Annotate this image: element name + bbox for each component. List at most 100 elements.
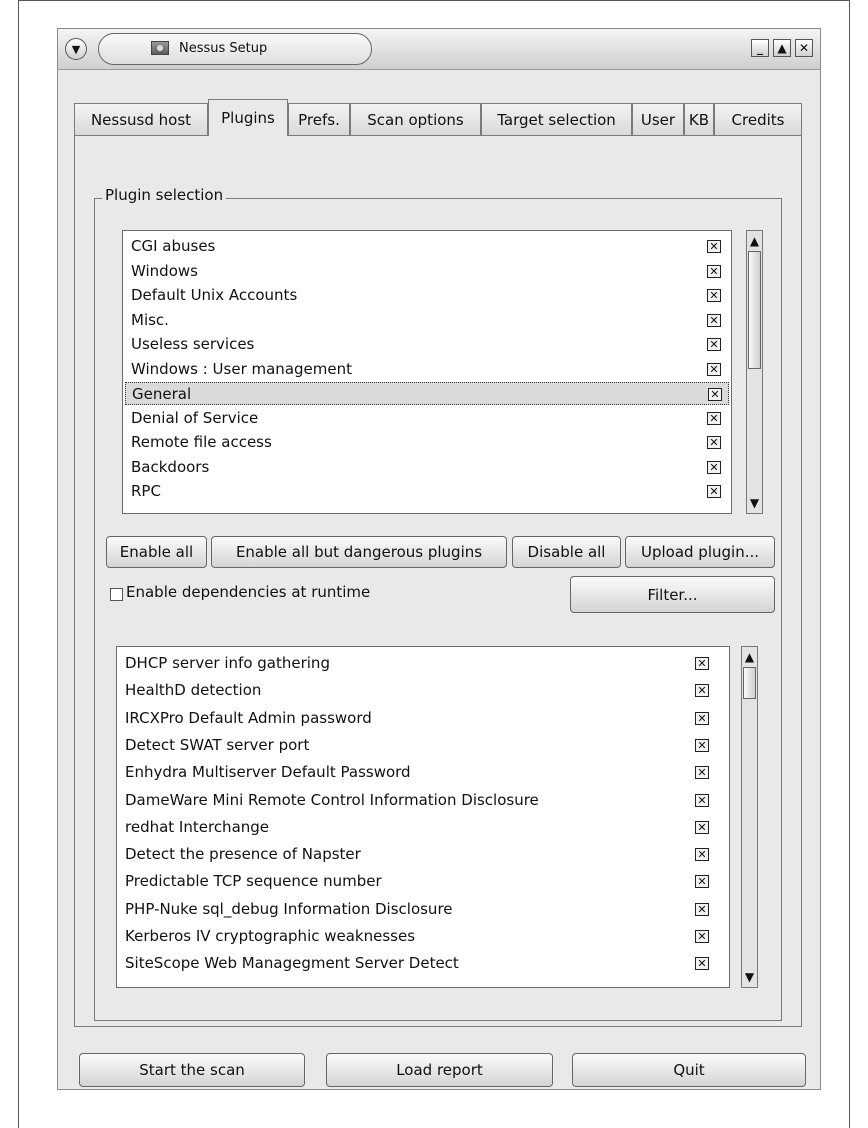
list-item[interactable]: Misc. ✕ xyxy=(125,309,729,332)
x-checkbox-icon[interactable]: ✕ xyxy=(695,766,709,780)
x-checkbox-icon[interactable]: ✕ xyxy=(707,362,721,376)
list-item[interactable]: General ✕ xyxy=(125,382,729,405)
list-item[interactable]: DameWare Mini Remote Control Information… xyxy=(119,787,727,813)
enable-dependencies-label: Enable dependencies at runtime xyxy=(126,583,371,601)
x-checkbox-icon[interactable]: ✕ xyxy=(707,240,721,253)
chevron-down-icon[interactable]: ▼ xyxy=(65,38,87,60)
list-item[interactable]: redhat Interchange ✕ xyxy=(119,814,727,840)
x-checkbox-icon[interactable]: ✕ xyxy=(695,820,709,834)
tab-target-selection[interactable]: Target selection xyxy=(481,103,632,135)
plugin-list-scrollbar[interactable]: ▲ ▼ xyxy=(741,646,758,988)
nessus-app-icon xyxy=(151,41,169,55)
x-checkbox-icon[interactable]: ✕ xyxy=(707,289,721,302)
list-item[interactable]: IRCXPro Default Admin password ✕ xyxy=(119,705,727,731)
list-item[interactable]: Detect the presence of Napster ✕ xyxy=(119,841,727,867)
list-item-label: Default Unix Accounts xyxy=(131,286,298,304)
quit-button[interactable]: Quit xyxy=(572,1053,806,1087)
enable-all-button[interactable]: Enable all xyxy=(106,536,207,568)
window-title-pill: Nessus Setup xyxy=(98,33,372,65)
enable-dependencies-checkbox[interactable] xyxy=(110,588,123,601)
list-item[interactable]: Detect SWAT server port ✕ xyxy=(119,732,727,758)
upload-plugin-button[interactable]: Upload plugin... xyxy=(625,536,775,568)
list-item-label: SiteScope Web Managegment Server Detect xyxy=(125,954,459,973)
list-item[interactable]: Enhydra Multiserver Default Password ✕ xyxy=(119,759,727,785)
tab-prefs[interactable]: Prefs. xyxy=(288,103,350,135)
list-item[interactable]: Windows ✕ xyxy=(125,260,729,283)
list-item-label: IRCXPro Default Admin password xyxy=(125,708,372,727)
family-scroll-thumb[interactable] xyxy=(748,251,761,369)
list-item-label: Windows xyxy=(131,261,198,280)
tab-nessusd-host[interactable]: Nessusd host xyxy=(74,103,208,135)
list-item[interactable]: Default Unix Accounts ✕ xyxy=(125,284,729,307)
list-item[interactable]: Windows : User management ✕ xyxy=(125,358,729,381)
title-bar[interactable]: ▼ Nessus Setup _ ▲ ✕ xyxy=(58,29,820,70)
list-item-label: HealthD detection xyxy=(125,681,262,700)
x-checkbox-icon[interactable]: ✕ xyxy=(695,711,709,725)
x-checkbox-icon[interactable]: ✕ xyxy=(707,485,721,498)
minimize-icon[interactable]: _ xyxy=(751,39,769,57)
list-item[interactable]: Denial of Service ✕ xyxy=(125,407,729,430)
list-item[interactable]: HealthD detection ✕ xyxy=(119,677,727,703)
disable-all-button[interactable]: Disable all xyxy=(512,536,621,568)
x-checkbox-icon[interactable]: ✕ xyxy=(695,902,709,916)
arrow-down-icon[interactable]: ▼ xyxy=(748,495,761,511)
x-checkbox-icon[interactable]: ✕ xyxy=(707,264,721,278)
list-item[interactable]: Kerberos IV cryptographic weaknesses ✕ xyxy=(119,923,727,949)
x-checkbox-icon[interactable]: ✕ xyxy=(707,411,721,425)
list-item-label: General xyxy=(132,385,192,403)
filter-button[interactable]: Filter... xyxy=(570,576,775,613)
plugin-list[interactable]: DHCP server info gathering ✕ HealthD detec… xyxy=(116,646,730,988)
page-frame-left xyxy=(18,0,19,1128)
list-item-label: Predictable TCP sequence number xyxy=(125,872,382,891)
list-item-label: Detect SWAT server port xyxy=(125,735,310,754)
list-item[interactable]: PHP-Nuke sql_debug Information Disclosur… xyxy=(119,896,727,922)
list-item[interactable]: Predictable TCP sequence number ✕ xyxy=(119,868,727,894)
list-item[interactable]: Useless services ✕ xyxy=(125,333,729,356)
load-report-button[interactable]: Load report xyxy=(326,1053,553,1087)
page-frame-top xyxy=(18,0,850,1)
tab-scan-options[interactable]: Scan options xyxy=(350,103,481,135)
start-scan-button[interactable]: Start the scan xyxy=(79,1053,305,1087)
x-checkbox-icon[interactable]: ✕ xyxy=(695,848,709,862)
arrow-down-icon[interactable]: ▼ xyxy=(743,969,756,985)
list-item[interactable]: Backdoors ✕ xyxy=(125,456,729,479)
x-checkbox-icon[interactable]: ✕ xyxy=(695,875,709,889)
maximize-icon[interactable]: ▲ xyxy=(773,39,791,57)
x-checkbox-icon[interactable]: ✕ xyxy=(695,793,709,807)
plugin-family-list[interactable]: CGI abuses ✕ Windows ✕ Default Unix Accounts… xyxy=(122,230,732,514)
list-item-label: redhat Interchange xyxy=(125,817,270,836)
list-item[interactable]: CGI abuses ✕ xyxy=(125,235,729,258)
list-item-label: DameWare Mini Remote Control Information… xyxy=(125,790,539,809)
list-item[interactable]: Remote file access ✕ xyxy=(125,431,729,454)
family-list-scrollbar[interactable]: ▲ ▼ xyxy=(746,230,763,514)
x-checkbox-icon[interactable]: ✕ xyxy=(707,338,721,351)
list-item-label: RPC xyxy=(131,482,161,500)
list-item[interactable]: SiteScope Web Managegment Server Detect ✕ xyxy=(119,950,727,976)
x-checkbox-icon[interactable]: ✕ xyxy=(695,657,709,670)
arrow-up-icon[interactable]: ▲ xyxy=(743,649,756,665)
x-checkbox-icon[interactable]: ✕ xyxy=(707,313,721,327)
x-checkbox-icon[interactable]: ✕ xyxy=(707,436,721,449)
list-item[interactable]: RPC ✕ xyxy=(125,480,729,503)
tab-credits[interactable]: Credits xyxy=(714,103,802,135)
tab-plugins[interactable]: Plugins xyxy=(208,99,288,136)
x-checkbox-icon[interactable]: ✕ xyxy=(708,388,722,401)
nessus-setup-window: ▼ Nessus Setup _ ▲ ✕ Nessusd host Plugin… xyxy=(57,28,821,1090)
enable-safe-plugins-button[interactable]: Enable all but dangerous plugins xyxy=(211,536,507,568)
close-icon[interactable]: ✕ xyxy=(795,39,813,57)
list-item-label: Remote file access xyxy=(131,433,272,451)
plugin-scroll-thumb[interactable] xyxy=(743,667,756,699)
plugins-tab-panel: Plugin selection CGI abuses ✕ Windows ✕ Defa… xyxy=(74,135,802,1027)
list-item[interactable]: DHCP server info gathering ✕ xyxy=(119,650,727,676)
list-item-label: Backdoors xyxy=(131,457,210,476)
x-checkbox-icon[interactable]: ✕ xyxy=(695,684,709,698)
tab-user[interactable]: User xyxy=(632,103,684,135)
arrow-up-icon[interactable]: ▲ xyxy=(748,233,761,249)
x-checkbox-icon[interactable]: ✕ xyxy=(695,738,709,752)
x-checkbox-icon[interactable]: ✕ xyxy=(695,957,709,971)
tab-kb[interactable]: KB xyxy=(684,103,714,135)
x-checkbox-icon[interactable]: ✕ xyxy=(695,930,709,943)
x-checkbox-icon[interactable]: ✕ xyxy=(707,460,721,474)
list-item-label: Kerberos IV cryptographic weaknesses xyxy=(125,927,416,945)
window-title: Nessus Setup xyxy=(179,41,268,56)
